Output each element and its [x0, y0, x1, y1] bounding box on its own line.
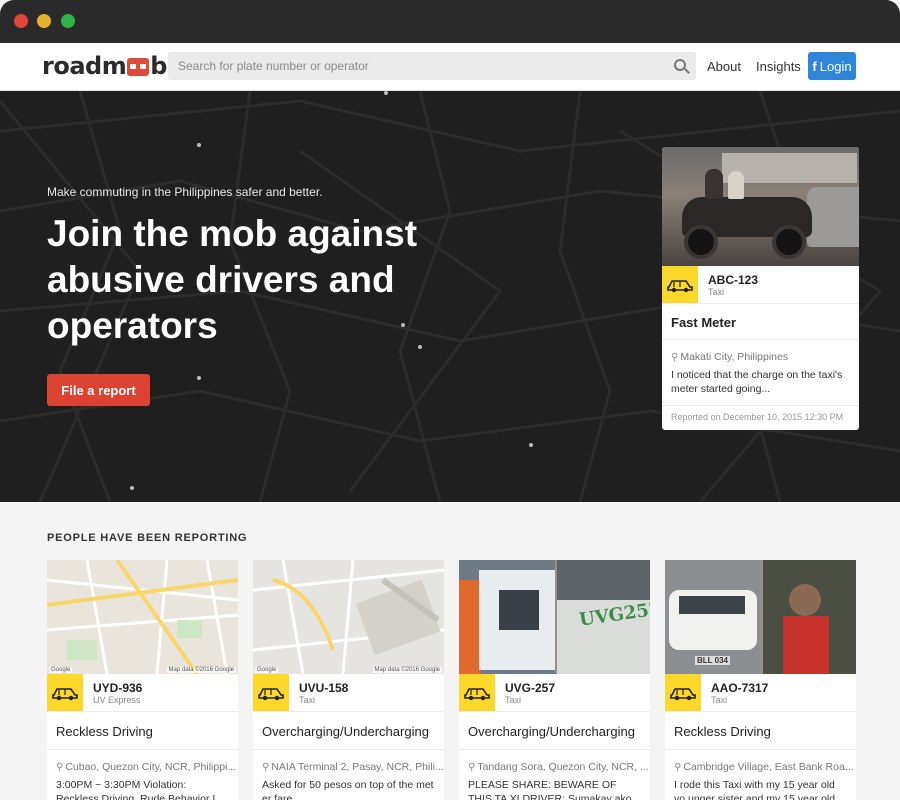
map-data-credit: Map data ©2016 Google [166, 667, 236, 673]
taxi-icon [253, 674, 289, 711]
report-description: I noticed that the charge on the taxi's … [671, 369, 843, 395]
file-report-button[interactable]: File a report [47, 374, 150, 406]
report-map-thumbnail: Google Map data ©2016 Google [47, 560, 238, 674]
plate-row: UVG-257 Taxi [459, 674, 650, 712]
search-box [168, 52, 696, 80]
map-dot [197, 143, 201, 147]
hero-headline: Join the mob against abusive drivers and… [47, 213, 418, 346]
taxi-icon [662, 266, 698, 303]
report-title: Fast Meter [662, 304, 859, 340]
google-map-credit: Google [255, 667, 279, 673]
featured-report-photo [662, 147, 859, 266]
vehicle-type: Taxi [505, 695, 522, 705]
google-map-credit: Google [49, 667, 73, 673]
plate-row: AAO-7317 Taxi [665, 674, 856, 712]
report-location: ⚲ Cambridge Village, East Bank Roa... [665, 750, 856, 773]
report-location: ⚲ Cubao, Quezon City, NCR, Philippi... [47, 750, 238, 773]
plate-row: UVU-158 Taxi [253, 674, 444, 712]
login-label: Login [819, 58, 852, 74]
plate-number: UVG-257 [505, 681, 556, 695]
report-location: ⚲ Makati City, Philippines [662, 340, 859, 363]
report-title: Overcharging/Undercharging [253, 712, 444, 750]
report-card[interactable]: Google Map data ©2016 Google UYD-936 UV … [47, 560, 238, 800]
roadmob-logo[interactable]: roadm b [42, 52, 167, 80]
logo-text-end: b [150, 52, 167, 80]
top-navbar: roadmb About Insights f Login [0, 43, 900, 91]
report-card[interactable]: UVG257 UVG-257 Taxi Overcharging/Underch… [459, 560, 650, 800]
report-description: I rode this Taxi with my 15 year old yo … [674, 779, 836, 800]
report-card[interactable]: Google Map data ©2016 Google UVU-158 Tax… [253, 560, 444, 800]
location-pin-icon: ⚲ [674, 762, 682, 773]
vehicle-type: UV Express [93, 695, 141, 705]
maximize-window-icon[interactable] [61, 14, 75, 28]
report-card[interactable]: BLL 034 AAO-7317 Taxi Reckless Driving ⚲… [665, 560, 856, 800]
map-dot [130, 486, 134, 490]
taxi-icon [665, 674, 701, 711]
close-window-icon[interactable] [14, 14, 28, 28]
location-text: Makati City, Philippines [680, 351, 789, 363]
plate-number: UYD-936 [93, 681, 143, 695]
location-text: Cambridge Village, East Bank Roa... [683, 761, 854, 773]
report-photo-thumbnail: UVG257 [459, 560, 650, 674]
minimize-window-icon[interactable] [37, 14, 51, 28]
report-map-thumbnail: Google Map data ©2016 Google [253, 560, 444, 674]
location-pin-icon: ⚲ [468, 762, 476, 773]
nav-about-link[interactable]: About [707, 59, 741, 74]
vehicle-type: Taxi [299, 695, 316, 705]
search-icon[interactable] [674, 59, 686, 71]
logo-text-start: roadm [42, 52, 127, 80]
plate-row: ABC-123 Taxi [662, 266, 859, 304]
map-dot [197, 376, 201, 380]
taxi-icon [459, 674, 495, 711]
report-title: Overcharging/Undercharging [459, 712, 650, 750]
location-text: NAIA Terminal 2, Pasay, NCR, Phili... [271, 761, 444, 773]
facebook-icon: f [812, 58, 817, 74]
report-location: ⚲ Tandang Sora, Quezon City, NCR, ... [459, 750, 650, 773]
location-pin-icon: ⚲ [56, 762, 64, 773]
vehicle-type: Taxi [708, 287, 725, 297]
report-description: Asked for 50 pesos on top of the met er … [262, 779, 434, 800]
featured-report-card[interactable]: ABC-123 Taxi Fast Meter ⚲ Makati City, Ph… [662, 147, 859, 430]
report-photo-thumbnail: BLL 034 [665, 560, 856, 674]
report-timestamp: Reported on December 10, 2015 12:30 PM [662, 405, 859, 428]
report-title: Reckless Driving [665, 712, 856, 750]
plate-number: AAO-7317 [711, 681, 769, 695]
plate-number: ABC-123 [708, 273, 759, 287]
report-description: PLEASE SHARE: BEWARE OF THIS TA XI DRIVE… [468, 779, 632, 800]
map-dot [529, 443, 533, 447]
report-description: 3:00PM ~ 3:30PM Violation: Reckless Driv… [56, 779, 216, 800]
plate-number: UVU-158 [299, 681, 349, 695]
report-title: Reckless Driving [47, 712, 238, 750]
window-titlebar [0, 0, 900, 43]
mask-icon [127, 58, 150, 76]
location-pin-icon: ⚲ [262, 762, 270, 773]
hero-section: Make commuting in the Philippines safer … [0, 91, 900, 502]
nav-insights-link[interactable]: Insights [756, 59, 801, 74]
browser-window: roadmb About Insights f Login [0, 0, 900, 800]
search-input[interactable] [168, 52, 648, 80]
section-heading: PEOPLE HAVE BEEN REPORTING [47, 532, 248, 544]
map-dot [384, 91, 388, 95]
plate-on-photo: BLL 034 [695, 656, 730, 665]
plate-row: UYD-936 UV Express [47, 674, 238, 712]
vehicle-type: Taxi [711, 695, 728, 705]
map-data-credit: Map data ©2016 Google [372, 667, 442, 673]
taxi-icon [47, 674, 83, 711]
login-button[interactable]: f Login [808, 52, 856, 80]
report-location: ⚲ NAIA Terminal 2, Pasay, NCR, Phili... [253, 750, 444, 773]
location-text: Tandang Sora, Quezon City, NCR, ... [477, 761, 649, 773]
hero-tagline: Make commuting in the Philippines safer … [47, 185, 323, 199]
location-pin-icon: ⚲ [671, 352, 679, 363]
location-text: Cubao, Quezon City, NCR, Philippi... [65, 761, 237, 773]
